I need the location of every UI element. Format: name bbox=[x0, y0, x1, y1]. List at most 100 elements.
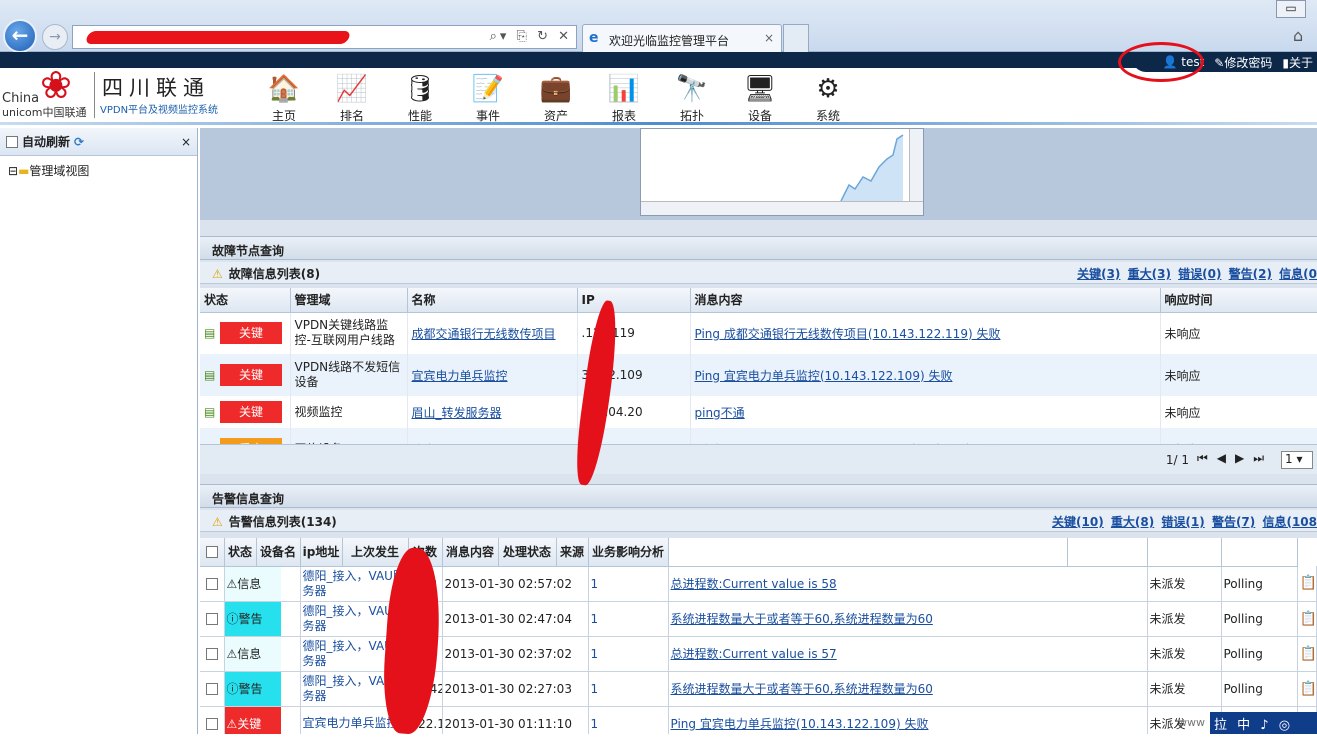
table-row[interactable]: ▤ 关键 视频监控 眉山_转发服务器 10.204.20 ping不通 未响应 bbox=[200, 396, 1317, 428]
device-link[interactable]: 眉山_转发服务器 bbox=[412, 406, 502, 420]
main-nav: 🏠 主页 📈 排名 🛢 性能 📝 事件 💼 资产 📊 报表 🔭 拓扑 🖥 设备 ⚙ 系统 bbox=[250, 72, 862, 124]
vertical-scrollbar[interactable] bbox=[909, 129, 923, 201]
alert-col-header[interactable]: 设备名 bbox=[256, 538, 301, 567]
filter-warning[interactable]: 警告(7) bbox=[1212, 515, 1255, 529]
pager-nav-icons[interactable]: ⏮◀▶⏭ bbox=[1197, 451, 1273, 466]
count-cell[interactable]: 1 bbox=[588, 636, 669, 672]
address-tools-icon[interactable]: ⌕▾ ⎘ ↻ ✕ bbox=[490, 29, 572, 44]
nav-item-2[interactable]: 🛢 性能 bbox=[386, 72, 454, 124]
nav-item-3[interactable]: 📝 事件 bbox=[454, 72, 522, 124]
table-row[interactable]: ▤重大网络设备路由器_VPDN_M10i_143.124.130[路由器_VPD… bbox=[200, 428, 1317, 444]
mini-chart bbox=[640, 128, 924, 216]
refresh-icon[interactable]: ⟳ bbox=[74, 135, 84, 149]
alert-col-header[interactable]: 来源 bbox=[556, 538, 589, 567]
sidebar-close-icon[interactable]: × bbox=[181, 135, 191, 149]
filter-critical[interactable]: 关键(3) bbox=[1077, 267, 1120, 281]
asset-icon: 💼 bbox=[539, 74, 573, 104]
horizontal-scrollbar[interactable] bbox=[641, 201, 923, 215]
alert-col-header[interactable]: 上次发生 bbox=[342, 538, 409, 567]
alert-col-header-blank bbox=[1067, 538, 1148, 567]
count-cell[interactable]: 1 bbox=[588, 601, 669, 637]
filter-major[interactable]: 重大(8) bbox=[1111, 515, 1154, 529]
filter-warning[interactable]: 警告(2) bbox=[1229, 267, 1272, 281]
fault-col-header[interactable]: IP bbox=[577, 288, 691, 313]
table-row[interactable]: ⓘ警告德阳_接入，VAU服务器27.422013-01-30 02:27:031… bbox=[200, 671, 1317, 707]
change-password-link[interactable]: ✎修改密码 bbox=[1214, 54, 1272, 71]
source-cell: Polling bbox=[1221, 671, 1298, 707]
device-link[interactable]: 宜宾电力单兵监控 bbox=[412, 369, 508, 383]
change-password-label: 修改密码 bbox=[1224, 55, 1273, 70]
alert-col-header[interactable]: 消息内容 bbox=[442, 538, 499, 567]
alert-col-header[interactable]: 状态 bbox=[224, 538, 257, 567]
message-link[interactable]: 总进程数:Current value is 57 bbox=[671, 647, 837, 661]
fault-col-header[interactable]: 响应时间 bbox=[1160, 288, 1317, 313]
filter-major[interactable]: 重大(3) bbox=[1128, 267, 1171, 281]
detail-doc-icon[interactable]: 📋 bbox=[1300, 575, 1316, 591]
nav-item-5[interactable]: 📊 报表 bbox=[590, 72, 658, 124]
nav-item-8[interactable]: ⚙ 系统 bbox=[794, 72, 862, 124]
home-icon[interactable]: ⌂ bbox=[1293, 26, 1303, 45]
device-link[interactable]: 成都交通银行无线数传项目 bbox=[412, 327, 556, 341]
filter-error[interactable]: 错误(1) bbox=[1161, 515, 1204, 529]
alert-col-header[interactable]: 处理状态 bbox=[498, 538, 557, 567]
time-cell: 2013-01-30 02:37:02 bbox=[442, 636, 589, 672]
message-link[interactable]: 总进程数:Current value is 58 bbox=[671, 577, 837, 591]
page-select[interactable]: 1 ▾ bbox=[1281, 451, 1313, 469]
nav-item-7[interactable]: 🖥 设备 bbox=[726, 72, 794, 124]
tree-root-node[interactable]: ⊟▬管理域视图 bbox=[0, 156, 197, 185]
row-checkbox[interactable] bbox=[205, 648, 218, 660]
message-link[interactable]: ping不通 bbox=[695, 406, 745, 420]
nav-item-0[interactable]: 🏠 主页 bbox=[250, 72, 318, 124]
detail-cell: 📋 bbox=[1297, 671, 1317, 707]
row-checkbox[interactable] bbox=[205, 718, 218, 730]
detail-doc-icon[interactable]: 📋 bbox=[1300, 681, 1316, 697]
table-row[interactable]: ⓘ警告德阳_接入，VAU服务器.422013-01-30 02:47:041系统… bbox=[200, 601, 1317, 637]
row-checkbox[interactable] bbox=[205, 578, 218, 590]
alert-col-header[interactable]: 业务影响分析 bbox=[588, 538, 669, 567]
detail-doc-icon[interactable]: 📋 bbox=[1300, 611, 1316, 627]
ime-taskbar[interactable]: 拉 中 ♪ ◎ ⌨ bbox=[1210, 712, 1317, 748]
ie-icon: e bbox=[589, 30, 599, 46]
filter-error[interactable]: 错误(0) bbox=[1178, 267, 1221, 281]
address-bar[interactable]: ⌕▾ ⎘ ↻ ✕ bbox=[72, 25, 577, 49]
table-row[interactable]: ⚠关键宜宾电力单兵监控122.1092013-01-30 01:11:101Pi… bbox=[200, 706, 1317, 734]
window-restore-button[interactable]: ▭ bbox=[1276, 0, 1306, 18]
nav-item-4[interactable]: 💼 资产 bbox=[522, 72, 590, 124]
nav-item-1[interactable]: 📈 排名 bbox=[318, 72, 386, 124]
message-link[interactable]: Ping 成都交通银行无线数传项目(10.143.122.119) 失败 bbox=[695, 327, 1001, 341]
tab-close-icon[interactable]: × bbox=[764, 31, 774, 45]
row-checkbox[interactable] bbox=[205, 613, 218, 625]
message-link[interactable]: Ping 宜宾电力单兵监控(10.143.122.109) 失败 bbox=[671, 717, 929, 731]
filter-critical[interactable]: 关键(10) bbox=[1052, 515, 1104, 529]
table-row[interactable]: ⚠信息德阳_接入，VAU服务器7.422013-01-30 02:57:021总… bbox=[200, 566, 1317, 602]
count-cell[interactable]: 1 bbox=[588, 706, 669, 734]
fault-col-header[interactable]: 状态 bbox=[200, 288, 291, 313]
fault-col-header[interactable]: 管理域 bbox=[290, 288, 408, 313]
table-row[interactable]: ▤关键VPDN关键线路监控-互联网用户线路成都交通银行无线数传项目.122.11… bbox=[200, 312, 1317, 354]
select-all-checkbox[interactable] bbox=[205, 546, 218, 559]
count-cell[interactable]: 1 bbox=[588, 566, 669, 602]
message-link[interactable]: 系统进程数量大于或者等于60,系统进程数量为60 bbox=[671, 612, 933, 626]
message-link[interactable]: Ping 宜宾电力单兵监控(10.143.122.109) 失败 bbox=[695, 369, 953, 383]
auto-refresh-checkbox[interactable] bbox=[6, 135, 18, 148]
browser-tab[interactable]: e 欢迎光临监控管理平台 × bbox=[582, 24, 782, 52]
message-link[interactable]: 系统进程数量大于或者等于60,系统进程数量为60 bbox=[671, 682, 933, 696]
table-row[interactable]: ▤关键VPDN线路不发短信设备宜宾电力单兵监控3.122.109Ping 宜宾电… bbox=[200, 354, 1317, 396]
nav-item-6[interactable]: 🔭 拓扑 bbox=[658, 72, 726, 124]
fault-col-header[interactable]: 消息内容 bbox=[690, 288, 1161, 313]
alert-list-bar: ⚠ 告警信息列表(134) 关键(10) 重大(8) 错误(1) 警告(7) 信息… bbox=[200, 510, 1317, 532]
filter-info[interactable]: 信息(108 bbox=[1262, 515, 1317, 529]
tree-expand-icon[interactable]: ⊟ bbox=[8, 164, 18, 178]
new-tab-button[interactable] bbox=[783, 24, 809, 52]
filter-info[interactable]: 信息(0 bbox=[1279, 267, 1317, 281]
back-arrow-icon[interactable]: ← bbox=[3, 19, 37, 53]
row-checkbox[interactable] bbox=[205, 683, 218, 695]
alert-col-header[interactable]: ip地址 bbox=[300, 538, 343, 567]
level-badge: ⓘ警告 bbox=[224, 601, 281, 635]
table-row[interactable]: ⚠信息德阳_接入，VAU服务器.422013-01-30 02:37:021总进… bbox=[200, 636, 1317, 672]
about-link[interactable]: ▮关于 bbox=[1282, 54, 1313, 71]
forward-arrow-icon[interactable]: → bbox=[42, 24, 68, 50]
count-cell[interactable]: 1 bbox=[588, 671, 669, 707]
fault-col-header[interactable]: 名称 bbox=[407, 288, 578, 313]
detail-doc-icon[interactable]: 📋 bbox=[1300, 646, 1316, 662]
